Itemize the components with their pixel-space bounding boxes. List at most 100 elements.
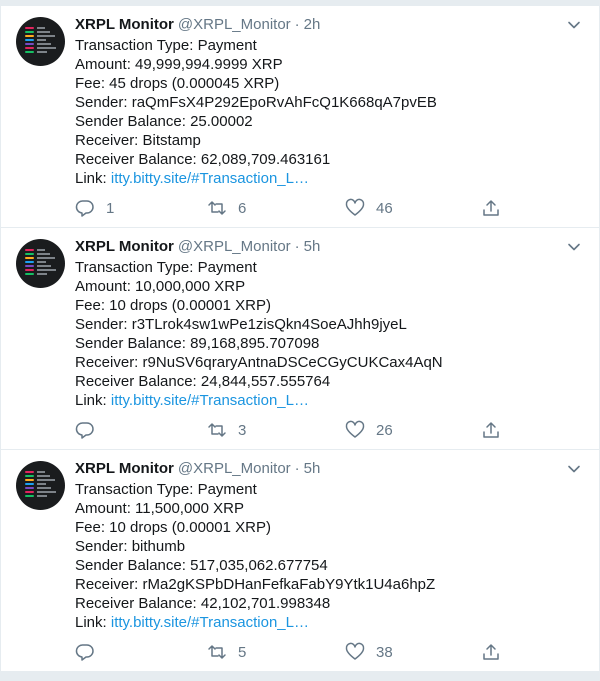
like-button[interactable]: 46 [345, 196, 393, 220]
like-button[interactable]: 26 [345, 418, 393, 442]
separator-dot: · [294, 16, 300, 33]
tweet[interactable]: XRPL Monitor @XRPL_Monitor · 5h Transaction… [1, 450, 599, 672]
share-button[interactable] [481, 196, 501, 220]
heart-icon [345, 420, 365, 438]
tweet-text: Transaction Type: Payment Amount: 49,999… [75, 36, 579, 188]
transaction-link[interactable]: itty.bitty.site/#Transaction_L… [111, 392, 309, 409]
link-label: Link: [75, 614, 111, 631]
retweet-icon [208, 201, 226, 215]
tweet-text: Transaction Type: Payment Amount: 10,000… [75, 258, 579, 410]
share-icon [483, 200, 499, 216]
tweet-text-line: Receiver: Bitstamp [75, 132, 201, 149]
heart-icon [345, 642, 365, 660]
avatar-graphic-bar [25, 269, 34, 271]
tweet-header: XRPL Monitor @XRPL_Monitor · 2h [75, 15, 579, 35]
user-handle[interactable]: @XRPL_Monitor [178, 460, 291, 477]
tweet-timestamp[interactable]: 5h [304, 238, 321, 255]
avatar-graphic-line [37, 479, 55, 481]
tweet-text-line: Amount: 49,999,994.9999 XRP [75, 56, 283, 73]
avatar-graphic-line [37, 495, 47, 497]
tweet-text-line: Receiver Balance: 62,089,709.463161 [75, 151, 331, 168]
retweet-count: 3 [238, 421, 247, 439]
avatar-graphic-line [37, 47, 56, 49]
like-count: 46 [376, 199, 393, 217]
chevron-down-icon[interactable] [567, 462, 581, 476]
avatar-graphic-bar [25, 483, 34, 485]
reply-icon [75, 422, 94, 439]
retweet-button[interactable]: 5 [207, 640, 246, 664]
avatar-graphic-bar [25, 261, 34, 263]
reply-button[interactable]: 1 [75, 196, 114, 220]
tweet-text-line: Transaction Type: Payment [75, 481, 257, 498]
tweet-text-line: Transaction Type: Payment [75, 259, 257, 276]
avatar-graphic-bar [25, 47, 34, 49]
link-label: Link: [75, 392, 111, 409]
chevron-down-icon[interactable] [567, 240, 581, 254]
avatar-graphic-line [37, 253, 50, 255]
link-line: Link: itty.bitty.site/#Transaction_L… [75, 169, 579, 188]
reply-count: 1 [106, 199, 115, 217]
retweet-count: 6 [238, 199, 247, 217]
like-button[interactable]: 38 [345, 640, 393, 664]
link-line: Link: itty.bitty.site/#Transaction_L… [75, 391, 579, 410]
avatar-graphic-bar [25, 39, 34, 41]
avatar-graphic-line [37, 43, 51, 45]
tweet-text-line: Fee: 45 drops (0.000045 XRP) [75, 75, 280, 92]
avatar-graphic-line [37, 491, 56, 493]
reply-icon [75, 200, 94, 217]
share-button[interactable] [481, 640, 501, 664]
display-name[interactable]: XRPL Monitor [75, 460, 174, 477]
avatar-graphic-bar [25, 31, 34, 33]
tweet-actions: 1 6 46 [75, 196, 505, 220]
like-count: 38 [376, 643, 393, 661]
avatar-graphic-line [37, 257, 55, 259]
avatar-graphic-bar [25, 249, 34, 251]
avatar-graphic-bar [25, 35, 34, 37]
avatar-graphic-bar [25, 273, 34, 275]
share-button[interactable] [481, 418, 501, 442]
tweet[interactable]: XRPL Monitor @XRPL_Monitor · 5h Transaction… [1, 228, 599, 450]
tweet-timestamp[interactable]: 5h [304, 460, 321, 477]
separator-dot: · [294, 460, 300, 477]
avatar-graphic-line [37, 249, 45, 251]
avatar-graphic-line [37, 269, 56, 271]
tweet-text-line: Fee: 10 drops (0.00001 XRP) [75, 519, 271, 536]
avatar-graphic-line [37, 483, 46, 485]
display-name[interactable]: XRPL Monitor [75, 16, 174, 33]
reply-button[interactable] [75, 640, 106, 664]
tweet-text-line: Sender Balance: 517,035,062.677754 [75, 557, 328, 574]
user-handle[interactable]: @XRPL_Monitor [178, 238, 291, 255]
user-handle[interactable]: @XRPL_Monitor [178, 16, 291, 33]
avatar-graphic-line [37, 31, 50, 33]
tweet-timestamp[interactable]: 2h [304, 16, 321, 33]
avatar-graphic-line [37, 487, 51, 489]
tweet-text-line: Receiver: rMa2gKSPbDHanFefkaFabY9Ytk1U4a… [75, 576, 436, 593]
avatar[interactable] [16, 239, 65, 288]
chevron-down-icon[interactable] [567, 18, 581, 32]
separator-dot: · [294, 238, 300, 255]
tweet-text-line: Sender Balance: 25.00002 [75, 113, 253, 130]
avatar-graphic-bar [25, 487, 34, 489]
avatar-graphic-line [37, 51, 47, 53]
avatar[interactable] [16, 461, 65, 510]
retweet-icon [208, 423, 226, 437]
transaction-link[interactable]: itty.bitty.site/#Transaction_L… [111, 614, 309, 631]
retweet-icon [208, 645, 226, 659]
tweet-text-line: Sender: raQmFsX4P292EpoRvAhFcQ1K668qA7pv… [75, 94, 437, 111]
avatar-graphic-bar [25, 27, 34, 29]
avatar[interactable] [16, 17, 65, 66]
retweet-button[interactable]: 3 [207, 418, 246, 442]
retweet-button[interactable]: 6 [207, 196, 246, 220]
share-icon [483, 422, 499, 438]
reply-button[interactable] [75, 418, 106, 442]
tweet-text-line: Amount: 10,000,000 XRP [75, 278, 246, 295]
tweet[interactable]: XRPL Monitor @XRPL_Monitor · 2h Transaction… [1, 6, 599, 228]
retweet-count: 5 [238, 643, 247, 661]
transaction-link[interactable]: itty.bitty.site/#Transaction_L… [111, 170, 309, 187]
display-name[interactable]: XRPL Monitor [75, 238, 174, 255]
avatar-graphic-bar [25, 491, 34, 493]
avatar-graphic-bar [25, 479, 34, 481]
tweet-header: XRPL Monitor @XRPL_Monitor · 5h [75, 459, 579, 479]
avatar-graphic-line [37, 35, 55, 37]
tweet-text-line: Sender: bithumb [75, 538, 186, 555]
